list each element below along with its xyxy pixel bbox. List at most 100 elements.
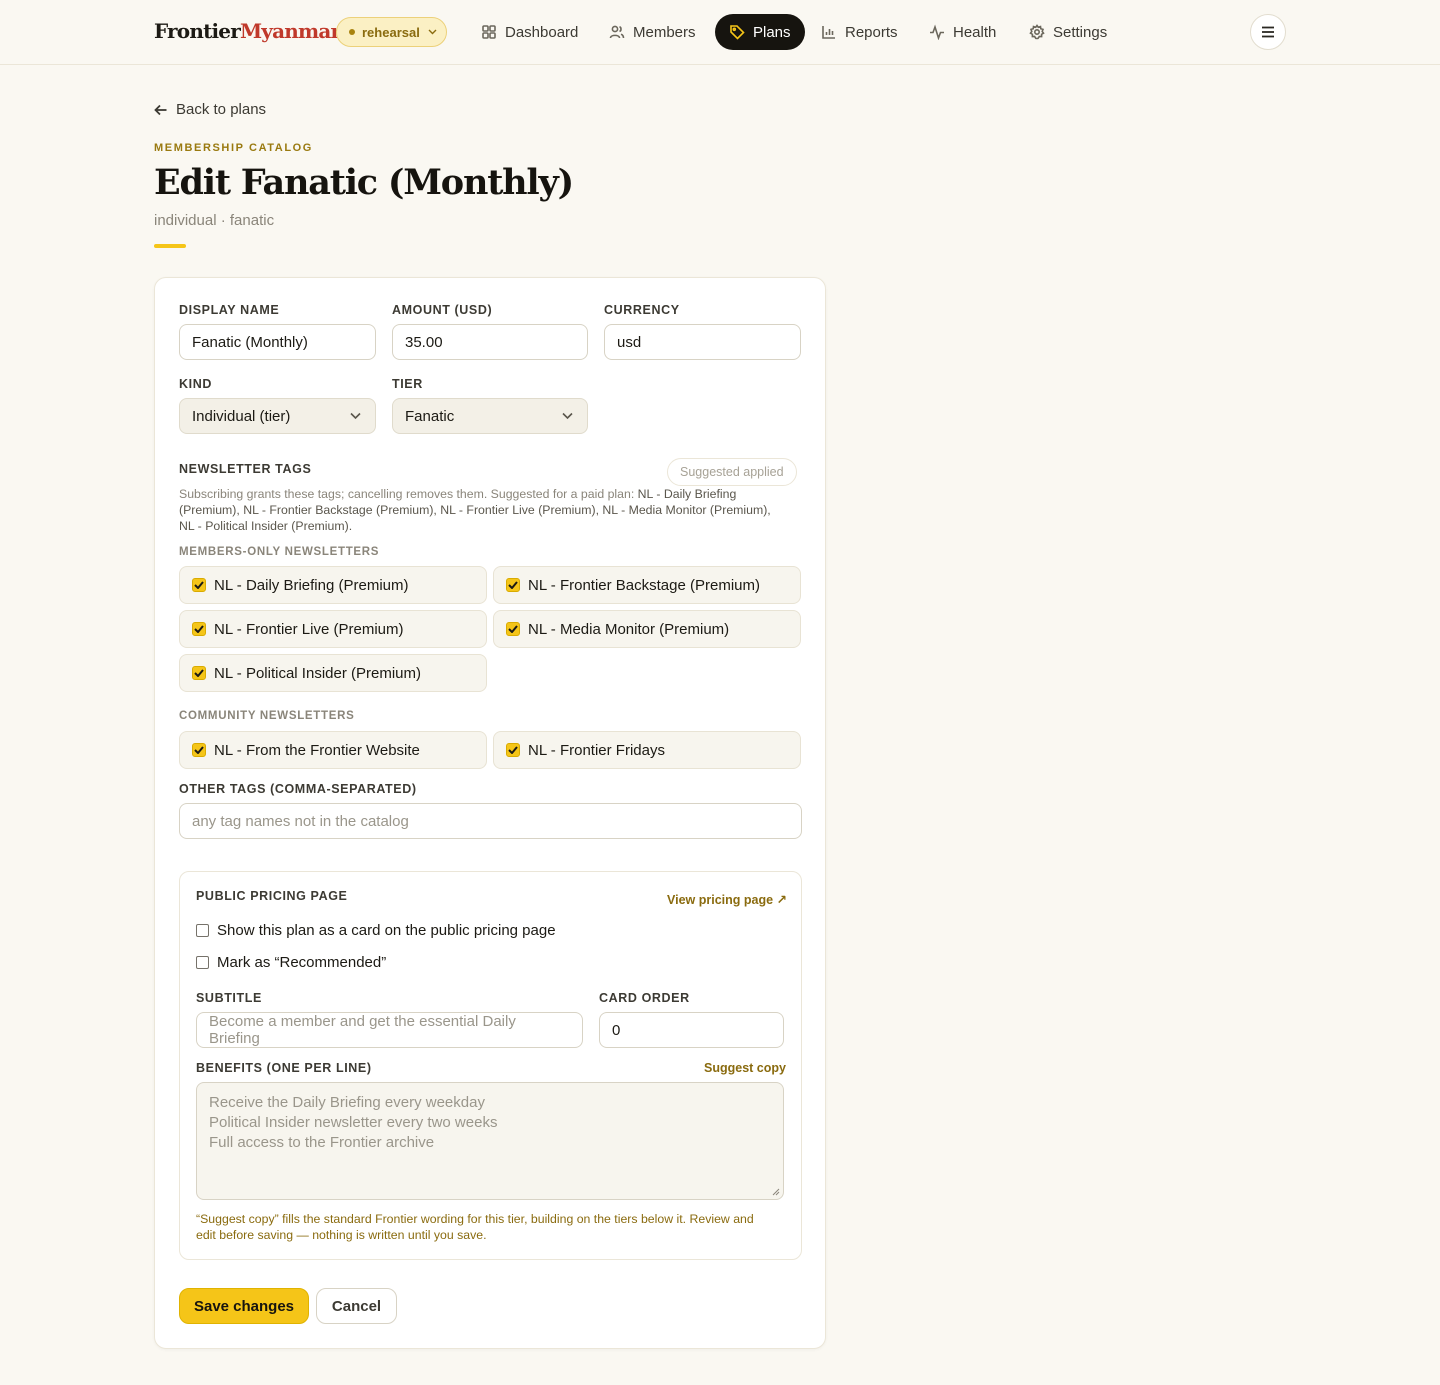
checkbox-checked-icon <box>192 622 206 636</box>
pricing-page-section: PUBLIC PRICING PAGE View pricing page ↗ … <box>179 871 802 1260</box>
checkbox-checked-icon <box>192 578 206 592</box>
back-link-label: Back to plans <box>176 101 267 118</box>
tag-checkbox-frontier-backstage[interactable]: NL - Frontier Backstage (Premium) <box>493 566 801 604</box>
environment-dot-icon <box>349 29 355 35</box>
checkbox-checked-icon <box>506 578 520 592</box>
nav-members[interactable]: Members <box>609 14 696 50</box>
chevron-down-icon <box>562 412 573 420</box>
environment-label: rehearsal <box>362 24 420 40</box>
nav-dashboard[interactable]: Dashboard <box>481 14 578 50</box>
tier-label: TIER <box>392 377 423 391</box>
title-accent-bar <box>154 244 186 248</box>
tag-checkbox-media-monitor[interactable]: NL - Media Monitor (Premium) <box>493 610 801 648</box>
kind-select-value: Individual (tier) <box>192 407 291 425</box>
nav-plans-label: Plans <box>753 23 791 41</box>
brand-logo[interactable]: FrontierMyanmar <box>154 19 341 43</box>
brand-part2: Myanmar <box>239 19 341 43</box>
display-name-label: DISPLAY NAME <box>179 303 280 317</box>
tag-label: NL - Frontier Fridays <box>528 741 665 759</box>
edit-plan-form: DISPLAY NAME Fanatic (Monthly) AMOUNT (U… <box>154 277 826 1349</box>
chevron-down-icon <box>350 412 361 420</box>
grid-icon <box>482 25 496 39</box>
nav-members-label: Members <box>633 23 696 41</box>
checkbox-checked-icon <box>192 743 206 757</box>
currency-label: CURRENCY <box>604 303 680 317</box>
menu-button[interactable] <box>1250 14 1286 50</box>
benefits-placeholder-line: Political Insider newsletter every two w… <box>209 1114 498 1131</box>
subtitle-label: SUBTITLE <box>196 991 262 1005</box>
tag-label: NL - Frontier Backstage (Premium) <box>528 576 761 594</box>
members-only-label: MEMBERS-ONLY NEWSLETTERS <box>179 546 380 558</box>
tag-checkbox-from-frontier-website[interactable]: NL - From the Frontier Website <box>179 731 487 769</box>
users-icon <box>609 25 625 39</box>
suggest-copy-note: “Suggest copy” fills the standard Fronti… <box>196 1211 796 1243</box>
nav-settings-label: Settings <box>1053 23 1108 41</box>
tag-label: NL - Political Insider (Premium) <box>214 664 421 682</box>
checkbox-unchecked-icon <box>196 924 209 937</box>
suggest-copy-button[interactable]: Suggest copy <box>704 1061 786 1075</box>
help-text-suggested-1: NL - Daily Briefing <box>637 487 737 501</box>
tag-label: NL - Media Monitor (Premium) <box>528 620 730 638</box>
nav-reports[interactable]: Reports <box>821 14 898 50</box>
other-tags-label: OTHER TAGS (COMMA-SEPARATED) <box>179 782 417 796</box>
note-line-1: “Suggest copy” fills the standard Fronti… <box>196 1212 754 1226</box>
save-changes-button[interactable]: Save changes <box>179 1288 309 1324</box>
amount-input[interactable]: 35.00 <box>392 324 588 360</box>
checkbox-checked-icon <box>192 666 206 680</box>
tag-checkbox-frontier-live[interactable]: NL - Frontier Live (Premium) <box>179 610 487 648</box>
currency-input[interactable]: usd <box>604 324 801 360</box>
tag-icon <box>730 25 745 40</box>
kind-select[interactable]: Individual (tier) <box>179 398 376 434</box>
help-text-suggested-3: NL - Political Insider (Premium). <box>179 519 353 533</box>
back-to-plans-link[interactable]: Back to plans <box>154 101 266 118</box>
tier-select-value: Fanatic <box>405 407 455 425</box>
help-text-prefix: Subscribing grants these tags; cancellin… <box>179 487 638 501</box>
gear-icon <box>1029 24 1045 40</box>
display-name-input[interactable]: Fanatic (Monthly) <box>179 324 376 360</box>
kind-label: KIND <box>179 377 212 391</box>
nav-reports-label: Reports <box>845 23 898 41</box>
resize-grip-icon[interactable] <box>772 1188 780 1196</box>
card-order-input[interactable]: 0 <box>599 1012 784 1048</box>
nav-plans[interactable]: Plans <box>715 14 805 50</box>
show-card-label: Show this plan as a card on the public p… <box>217 922 556 939</box>
top-navigation: FrontierMyanmar rehearsal Dashboard Memb… <box>0 0 1440 65</box>
tag-label: NL - Daily Briefing (Premium) <box>214 576 409 594</box>
nav-dashboard-label: Dashboard <box>505 23 579 41</box>
benefits-placeholder-line: Receive the Daily Briefing every weekday <box>209 1094 485 1111</box>
page-eyebrow: MEMBERSHIP CATALOG <box>154 142 313 154</box>
amount-label: AMOUNT (USD) <box>392 303 493 317</box>
tag-label: NL - From the Frontier Website <box>214 741 420 759</box>
cancel-button[interactable]: Cancel <box>316 1288 397 1324</box>
pricing-section-label: PUBLIC PRICING PAGE <box>196 889 348 903</box>
page-subtitle: individual · fanatic <box>154 212 275 229</box>
help-text-suggested-2: (Premium), NL - Frontier Backstage (Prem… <box>179 503 771 517</box>
benefits-textarea[interactable]: Receive the Daily Briefing every weekday… <box>196 1082 784 1200</box>
checkbox-checked-icon <box>506 743 520 757</box>
environment-selector[interactable]: rehearsal <box>336 17 447 47</box>
newsletter-tags-help: Subscribing grants these tags; cancellin… <box>179 486 809 534</box>
tier-select[interactable]: Fanatic <box>392 398 588 434</box>
view-pricing-page-link[interactable]: View pricing page ↗ <box>667 892 787 907</box>
tag-checkbox-frontier-fridays[interactable]: NL - Frontier Fridays <box>493 731 801 769</box>
recommended-checkbox[interactable]: Mark as “Recommended” <box>196 954 386 971</box>
newsletter-tags-label: NEWSLETTER TAGS <box>179 462 312 476</box>
show-card-checkbox[interactable]: Show this plan as a card on the public p… <box>196 922 556 939</box>
nav-health-label: Health <box>953 23 997 41</box>
other-tags-input[interactable]: any tag names not in the catalog <box>179 803 802 839</box>
tag-checkbox-daily-briefing[interactable]: NL - Daily Briefing (Premium) <box>179 566 487 604</box>
recommended-label: Mark as “Recommended” <box>217 954 387 971</box>
arrow-left-icon <box>154 104 167 115</box>
community-label: COMMUNITY NEWSLETTERS <box>179 710 355 722</box>
subtitle-input[interactable]: Become a member and get the essential Da… <box>196 1012 583 1048</box>
checkbox-checked-icon <box>506 622 520 636</box>
tag-checkbox-political-insider[interactable]: NL - Political Insider (Premium) <box>179 654 487 692</box>
suggested-applied-badge: Suggested applied <box>667 458 797 486</box>
checkbox-unchecked-icon <box>196 956 209 969</box>
nav-health[interactable]: Health <box>929 14 996 50</box>
brand-part1: Frontier <box>154 19 241 43</box>
benefits-label: BENEFITS (ONE PER LINE) <box>196 1061 372 1075</box>
chevron-down-icon <box>428 27 437 38</box>
nav-settings[interactable]: Settings <box>1029 14 1107 50</box>
card-order-label: CARD ORDER <box>599 991 690 1005</box>
